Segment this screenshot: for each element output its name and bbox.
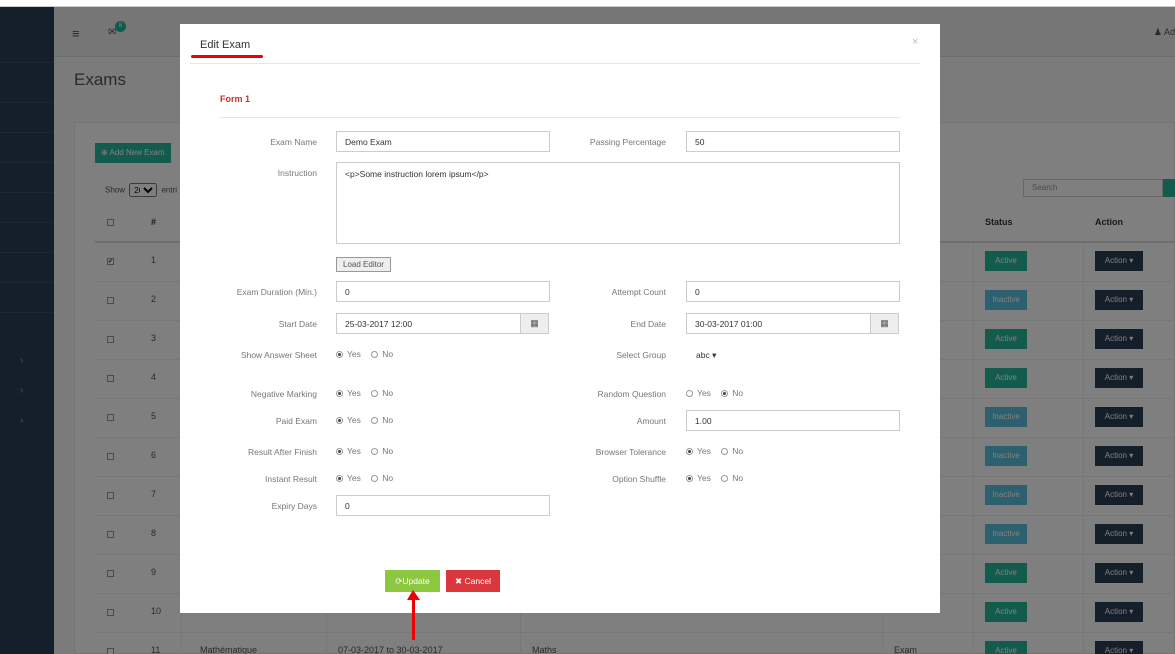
show-answer-sheet-radios: Yes No	[336, 349, 393, 359]
random-question-label: Random Question	[597, 389, 666, 399]
negative-marking-label: Negative Marking	[250, 389, 317, 399]
exam-name-input[interactable]: Demo Exam	[336, 131, 550, 152]
load-editor-button[interactable]: Load Editor	[336, 257, 391, 272]
browser-tolerance-radios: Yes No	[686, 446, 743, 456]
browser-tolerance-label: Browser Tolerance	[595, 447, 666, 457]
amount-input[interactable]: 1.00	[686, 410, 900, 431]
paid-exam-yes[interactable]	[336, 417, 343, 424]
result-after-finish-yes[interactable]	[336, 448, 343, 455]
instant-result-radios: Yes No	[336, 473, 393, 483]
end-date-input[interactable]: 30-03-2017 01:00	[686, 313, 871, 334]
update-button[interactable]: ⟳Update	[385, 570, 440, 592]
paid-exam-radios: Yes No	[336, 415, 393, 425]
show-answer-sheet-yes[interactable]	[336, 351, 343, 358]
browser-tolerance-no[interactable]	[721, 448, 729, 455]
result-after-finish-radios: Yes No	[336, 446, 393, 456]
random-question-yes[interactable]	[686, 390, 693, 397]
caret-down-icon: ▾	[712, 350, 717, 360]
cancel-button[interactable]: ✖ Cancel	[446, 570, 500, 592]
window-top-strip	[0, 0, 1175, 7]
negative-marking-radios: Yes No	[336, 388, 393, 398]
option-shuffle-yes[interactable]	[686, 475, 693, 482]
show-answer-sheet-no[interactable]	[371, 351, 379, 358]
passing-percentage-input[interactable]: 50	[686, 131, 900, 152]
start-date-input[interactable]: 25-03-2017 12:00	[336, 313, 521, 334]
paid-exam-no[interactable]	[371, 417, 379, 424]
random-question-no[interactable]	[721, 390, 729, 397]
attempt-count-input[interactable]: 0	[686, 281, 900, 302]
instant-result-yes[interactable]	[336, 475, 343, 482]
random-question-radios: Yes No	[686, 388, 743, 398]
select-group-dropdown[interactable]: abc ▾	[696, 350, 716, 361]
form-title: Form 1	[220, 94, 251, 104]
instruction-label: Instruction	[277, 168, 317, 178]
exam-name-label: Exam Name	[270, 137, 317, 147]
instant-result-label: Instant Result	[265, 474, 317, 484]
annotation-underline	[191, 55, 263, 58]
select-group-label: Select Group	[616, 350, 666, 360]
show-answer-sheet-label: Show Answer Sheet	[240, 350, 317, 360]
form-divider	[220, 117, 900, 118]
instant-result-no[interactable]	[371, 475, 379, 482]
expiry-days-label: Expiry Days	[271, 501, 317, 511]
negative-marking-yes[interactable]	[336, 390, 343, 397]
option-shuffle-no[interactable]	[721, 475, 729, 482]
paid-exam-label: Paid Exam	[275, 416, 317, 426]
passing-percentage-label: Passing Percentage	[589, 137, 666, 147]
times-icon: ✖	[455, 576, 463, 586]
edit-exam-modal: Edit Exam × Form 1 Exam Name Demo Exam P…	[180, 24, 940, 613]
end-date-label: End Date	[630, 319, 666, 329]
negative-marking-no[interactable]	[371, 390, 379, 397]
instruction-textarea[interactable]: <p>Some instruction lorem ipsum</p>	[336, 162, 900, 244]
amount-label: Amount	[636, 416, 666, 426]
annotation-arrow	[412, 598, 415, 640]
exam-duration-input[interactable]: 0	[336, 281, 550, 302]
browser-tolerance-yes[interactable]	[686, 448, 693, 455]
modal-title: Edit Exam	[200, 39, 251, 51]
result-after-finish-no[interactable]	[371, 448, 379, 455]
option-shuffle-radios: Yes No	[686, 473, 743, 483]
expiry-days-input[interactable]: 0	[336, 495, 550, 516]
modal-header-divider	[190, 63, 920, 64]
option-shuffle-label: Option Shuffle	[612, 474, 666, 484]
calendar-icon[interactable]: ▦	[870, 313, 899, 334]
attempt-count-label: Attempt Count	[611, 287, 666, 297]
start-date-label: Start Date	[278, 319, 317, 329]
close-icon[interactable]: ×	[912, 36, 918, 48]
exam-duration-label: Exam Duration (Min.)	[236, 287, 317, 297]
result-after-finish-label: Result After Finish	[248, 447, 317, 457]
